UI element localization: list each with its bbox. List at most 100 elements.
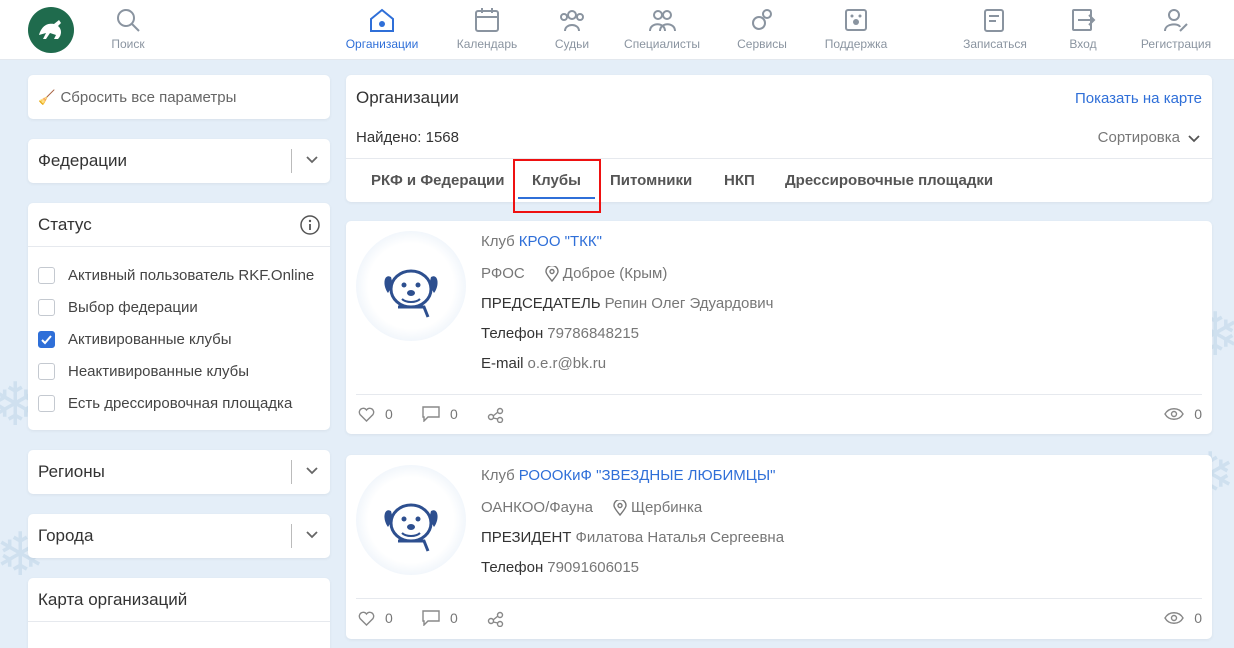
views-count: 0: [1194, 610, 1202, 626]
organizations-map-panel: Карта организаций: [28, 578, 330, 648]
results-count: Найдено: 1568: [356, 129, 459, 146]
location-pin-icon: [545, 265, 559, 282]
share-button[interactable]: [487, 406, 514, 423]
share-button[interactable]: [487, 610, 514, 627]
checkbox-checked[interactable]: [38, 331, 55, 348]
checkbox[interactable]: [38, 395, 55, 412]
user-edit-icon: [1164, 9, 1188, 32]
status-option-federation[interactable]: Выбор федерации: [38, 299, 198, 316]
reset-filters-button[interactable]: 🧹 Сбросить все параметры: [28, 75, 330, 119]
show-on-map-link[interactable]: Показать на карте: [1075, 90, 1202, 107]
org-phone[interactable]: 79091606015: [547, 559, 639, 576]
sort-label: Сортировка: [1097, 129, 1180, 146]
divider: [356, 394, 1202, 395]
chevron-down-icon: [1188, 134, 1200, 142]
nav-label: Календарь: [456, 37, 518, 51]
info-icon[interactable]: [300, 215, 320, 235]
club-avatar[interactable]: [356, 465, 466, 575]
nav-support[interactable]: Поддержка: [820, 6, 892, 51]
broom-icon: 🧹: [38, 88, 56, 105]
nav-login[interactable]: Вход: [1064, 6, 1102, 51]
org-city: Доброе (Крым): [562, 265, 668, 282]
status-option-inactive-clubs[interactable]: Неактивированные клубы: [38, 363, 249, 380]
checkbox-label: Активированные клубы: [68, 331, 232, 348]
specialists-icon: [649, 10, 676, 32]
org-phone-line: Телефон 79091606015: [481, 559, 639, 576]
divider: [291, 524, 292, 548]
org-city: Щербинка: [630, 499, 703, 516]
dropdown-label: Регионы: [38, 462, 105, 481]
nav-register[interactable]: Регистрация: [1138, 6, 1214, 51]
checkbox[interactable]: [38, 267, 55, 284]
club-avatar[interactable]: [356, 231, 466, 341]
checkbox-label: Есть дрессировочная площадка: [68, 395, 293, 412]
nav-organizations[interactable]: Организации: [340, 6, 424, 51]
checkmark-icon: [41, 335, 52, 345]
likes-count: 0: [385, 406, 393, 422]
views-counter: 0: [1164, 610, 1202, 626]
comment-button[interactable]: 0: [422, 610, 458, 626]
nav-label: Сервисы: [737, 37, 787, 51]
nav-label: Судьи: [554, 37, 590, 51]
org-head-line: ПРЕЗИДЕНТ Филатова Наталья Сергеевна: [481, 529, 784, 546]
divider: [346, 158, 1212, 159]
nav-label: Записаться: [963, 37, 1027, 51]
logo[interactable]: [28, 7, 74, 53]
users-group-icon: [560, 10, 584, 32]
nav-signup[interactable]: Записаться: [960, 6, 1030, 51]
nav-label: Организации: [345, 37, 419, 51]
federations-dropdown[interactable]: Федерации: [28, 139, 330, 183]
sort-dropdown[interactable]: Сортировка: [1098, 129, 1202, 146]
nav-search[interactable]: Поиск: [108, 6, 148, 51]
divider: [291, 149, 292, 173]
dog-logo-icon: [384, 269, 438, 318]
support-paw-icon: [845, 9, 867, 31]
org-federation: ОАНКОО/Фауна: [481, 499, 593, 516]
login-icon: [1072, 9, 1096, 31]
like-button[interactable]: 0: [358, 610, 393, 626]
reset-label: Сбросить все параметры: [60, 88, 237, 106]
organization-card: Клуб РОООКиФ "ЗВЕЗДНЫЕ ЛЮБИМЦЫ" ОАНКОО/Ф…: [346, 455, 1212, 639]
search-icon: [117, 9, 140, 32]
likes-count: 0: [385, 610, 393, 626]
status-filter: Статус Активный пользователь RKF.Online …: [28, 203, 330, 430]
comment-button[interactable]: 0: [422, 406, 458, 422]
tab-rkf-federations[interactable]: РКФ и Федерации: [371, 172, 505, 189]
tab-kennels[interactable]: Питомники: [610, 172, 692, 189]
comments-count: 0: [450, 406, 458, 422]
org-phone[interactable]: 79786848215: [547, 325, 639, 342]
nav-services[interactable]: Сервисы: [733, 6, 791, 51]
org-name-line: Клуб РОООКиФ "ЗВЕЗДНЫЕ ЛЮБИМЦЫ": [481, 467, 776, 484]
tab-training-grounds[interactable]: Дрессировочные площадки: [785, 172, 993, 189]
location-pin-icon: [613, 499, 627, 516]
nav-judges[interactable]: Судьи: [552, 6, 592, 51]
cities-dropdown[interactable]: Города: [28, 514, 330, 558]
status-option-training-ground[interactable]: Есть дрессировочная площадка: [38, 395, 292, 412]
tab-nkp[interactable]: НКП: [724, 172, 755, 189]
org-email-line: E-mail o.e.r@bk.ru: [481, 355, 606, 372]
chevron-down-icon: [306, 156, 318, 164]
gears-icon: [752, 9, 772, 30]
checkbox-label: Выбор федерации: [68, 299, 198, 316]
checkbox-label: Неактивированные клубы: [68, 363, 250, 380]
nav-calendar[interactable]: Календарь: [452, 6, 522, 51]
nav-specialists[interactable]: Специалисты: [620, 6, 704, 51]
org-email[interactable]: o.e.r@bk.ru: [528, 355, 607, 372]
status-option-active-user[interactable]: Активный пользователь RKF.Online: [38, 267, 314, 284]
regions-dropdown[interactable]: Регионы: [28, 450, 330, 494]
organization-card: Клуб КРОО "ТКК" РФОС Доброе (Крым) ПРЕДС…: [346, 221, 1212, 434]
org-name-link[interactable]: РОООКиФ "ЗВЕЗДНЫЕ ЛЮБИМЦЫ": [519, 467, 776, 484]
like-button[interactable]: 0: [358, 406, 393, 422]
house-paw-icon: [370, 8, 394, 32]
email-label: E-mail: [481, 355, 524, 372]
status-option-activated-clubs[interactable]: Активированные клубы: [38, 331, 232, 348]
checkbox[interactable]: [38, 363, 55, 380]
org-name-link[interactable]: КРОО "ТКК": [519, 233, 602, 250]
heart-icon: [358, 611, 375, 626]
map-title: Карта организаций: [38, 589, 188, 609]
org-name-line: Клуб КРОО "ТКК": [481, 233, 602, 250]
highlight-box: [513, 159, 601, 213]
checkbox[interactable]: [38, 299, 55, 316]
heart-icon: [358, 407, 375, 422]
edit-form-icon: [984, 9, 1004, 32]
